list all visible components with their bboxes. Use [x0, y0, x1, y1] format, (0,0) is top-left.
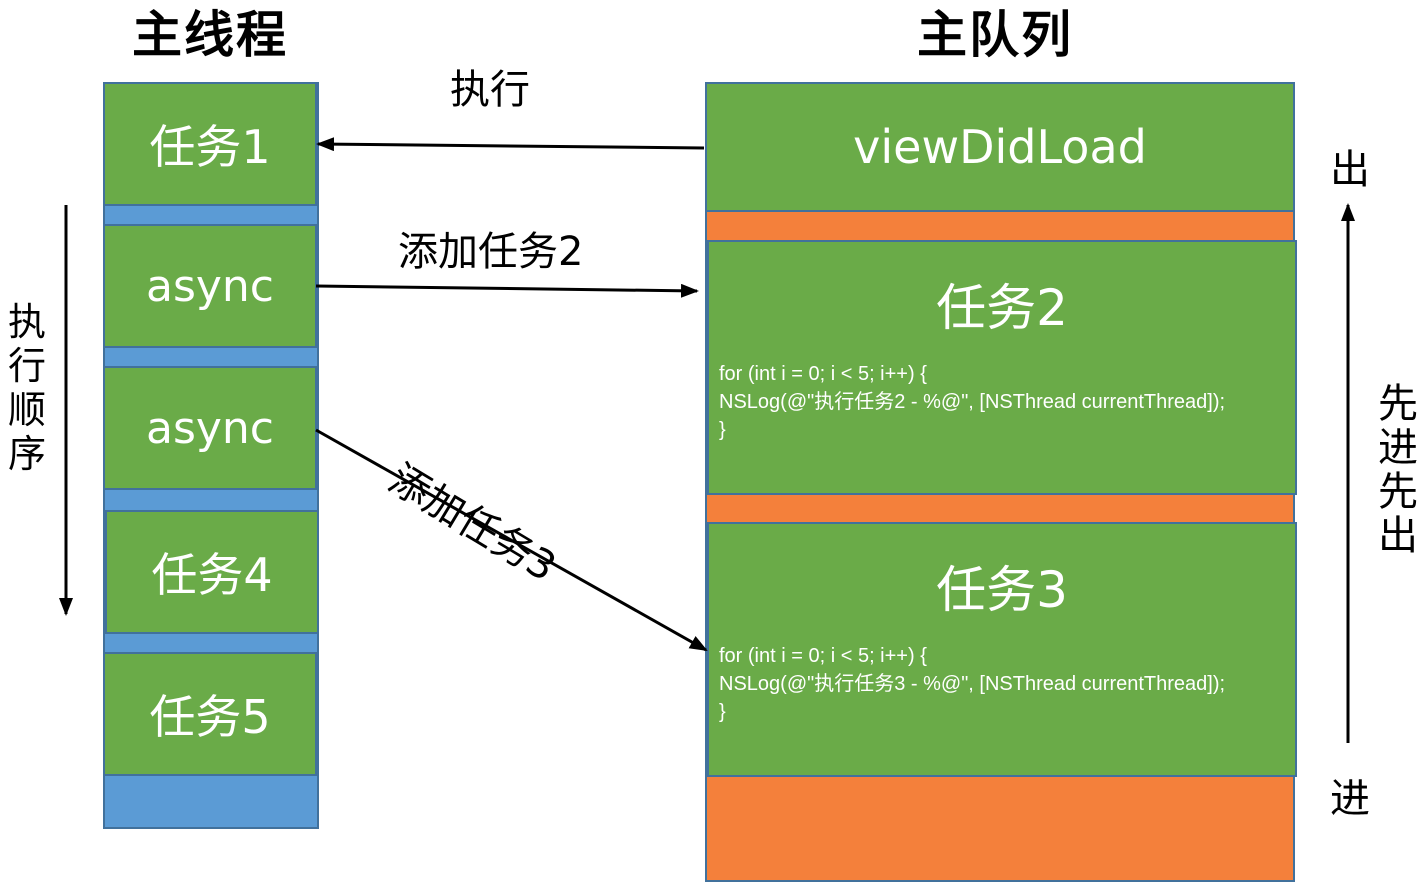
add-task2-arrow — [315, 283, 699, 298]
arrows-layer — [59, 137, 1355, 743]
execute-arrow — [316, 137, 705, 152]
add-task3-arrow — [315, 428, 708, 652]
